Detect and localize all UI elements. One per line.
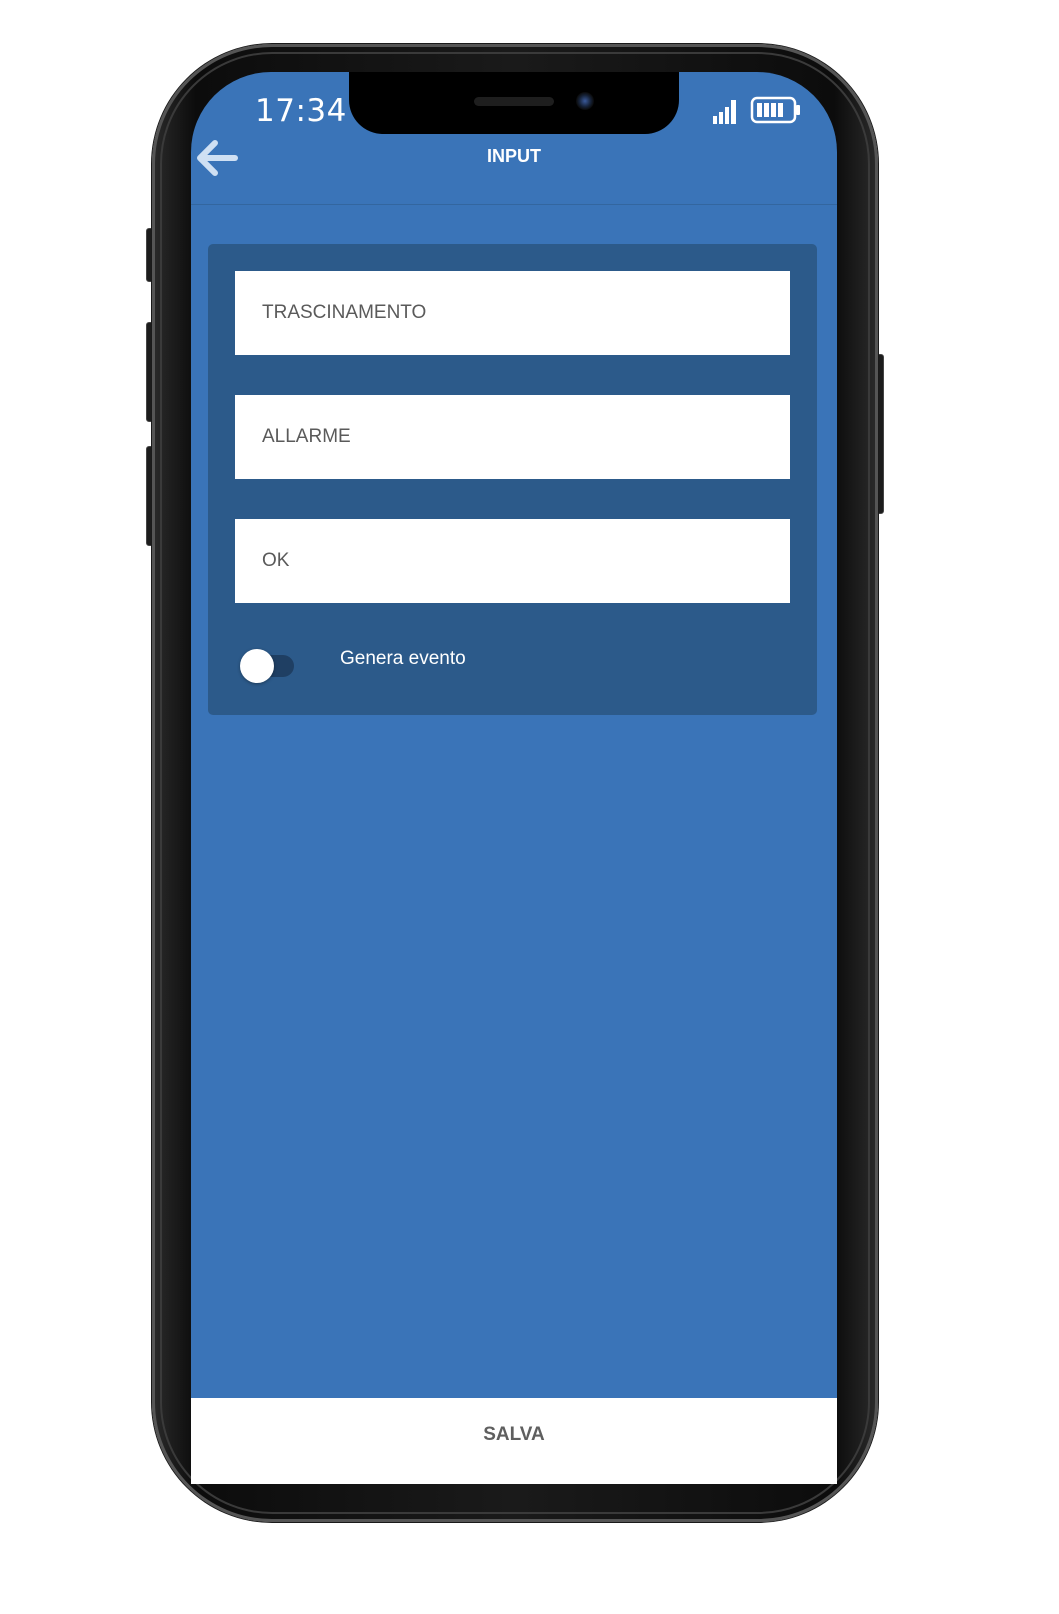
front-camera — [576, 92, 594, 110]
generate-event-label: Genera evento — [340, 648, 466, 669]
toggle-knob — [240, 649, 274, 683]
save-button[interactable]: SALVA — [191, 1398, 837, 1484]
generate-event-toggle[interactable] — [240, 648, 296, 684]
page-title: INPUT — [487, 146, 541, 166]
cellular-signal-icon — [713, 100, 736, 124]
device-mockup: 17:34 INPUT TRASCINAMENTO ALLARME OK Gen… — [0, 0, 1059, 1614]
alarm-label-field[interactable]: ALLARME — [235, 395, 790, 479]
drag-label-field[interactable]: TRASCINAMENTO — [235, 271, 790, 355]
earpiece-speaker — [474, 97, 554, 106]
save-button-label: SALVA — [483, 1424, 545, 1445]
battery-icon — [750, 96, 800, 124]
ok-label-field[interactable]: OK — [235, 519, 790, 603]
header-divider — [191, 204, 837, 205]
status-time: 17:34 — [255, 93, 347, 129]
